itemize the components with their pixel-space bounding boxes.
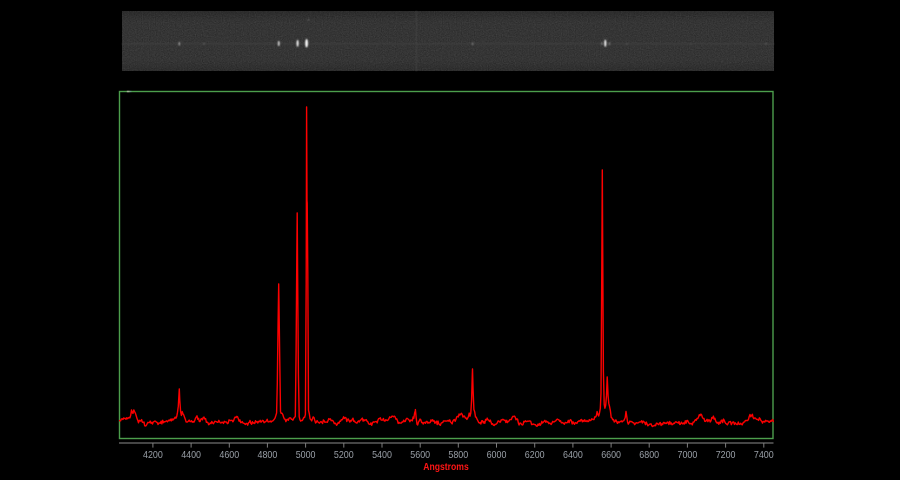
svg-text:5000: 5000	[296, 449, 316, 461]
svg-text:5600: 5600	[410, 449, 430, 461]
svg-text:4200: 4200	[143, 449, 163, 461]
svg-text:4800: 4800	[258, 449, 278, 461]
svg-text:Angstroms: Angstroms	[423, 462, 469, 473]
svg-text:6400: 6400	[563, 449, 583, 461]
svg-text:6600: 6600	[601, 449, 621, 461]
svg-text:6800: 6800	[639, 449, 659, 461]
svg-text:7400: 7400	[754, 449, 774, 461]
svg-text:6200: 6200	[525, 449, 545, 461]
svg-text:6000: 6000	[487, 449, 507, 461]
svg-text:5800: 5800	[448, 449, 468, 461]
svg-text:4400: 4400	[181, 449, 201, 461]
svg-text:5200: 5200	[334, 449, 354, 461]
svg-text:7000: 7000	[678, 449, 698, 461]
svg-text:7200: 7200	[716, 449, 736, 461]
svg-text:4600: 4600	[219, 449, 239, 461]
svg-text:5400: 5400	[372, 449, 392, 461]
